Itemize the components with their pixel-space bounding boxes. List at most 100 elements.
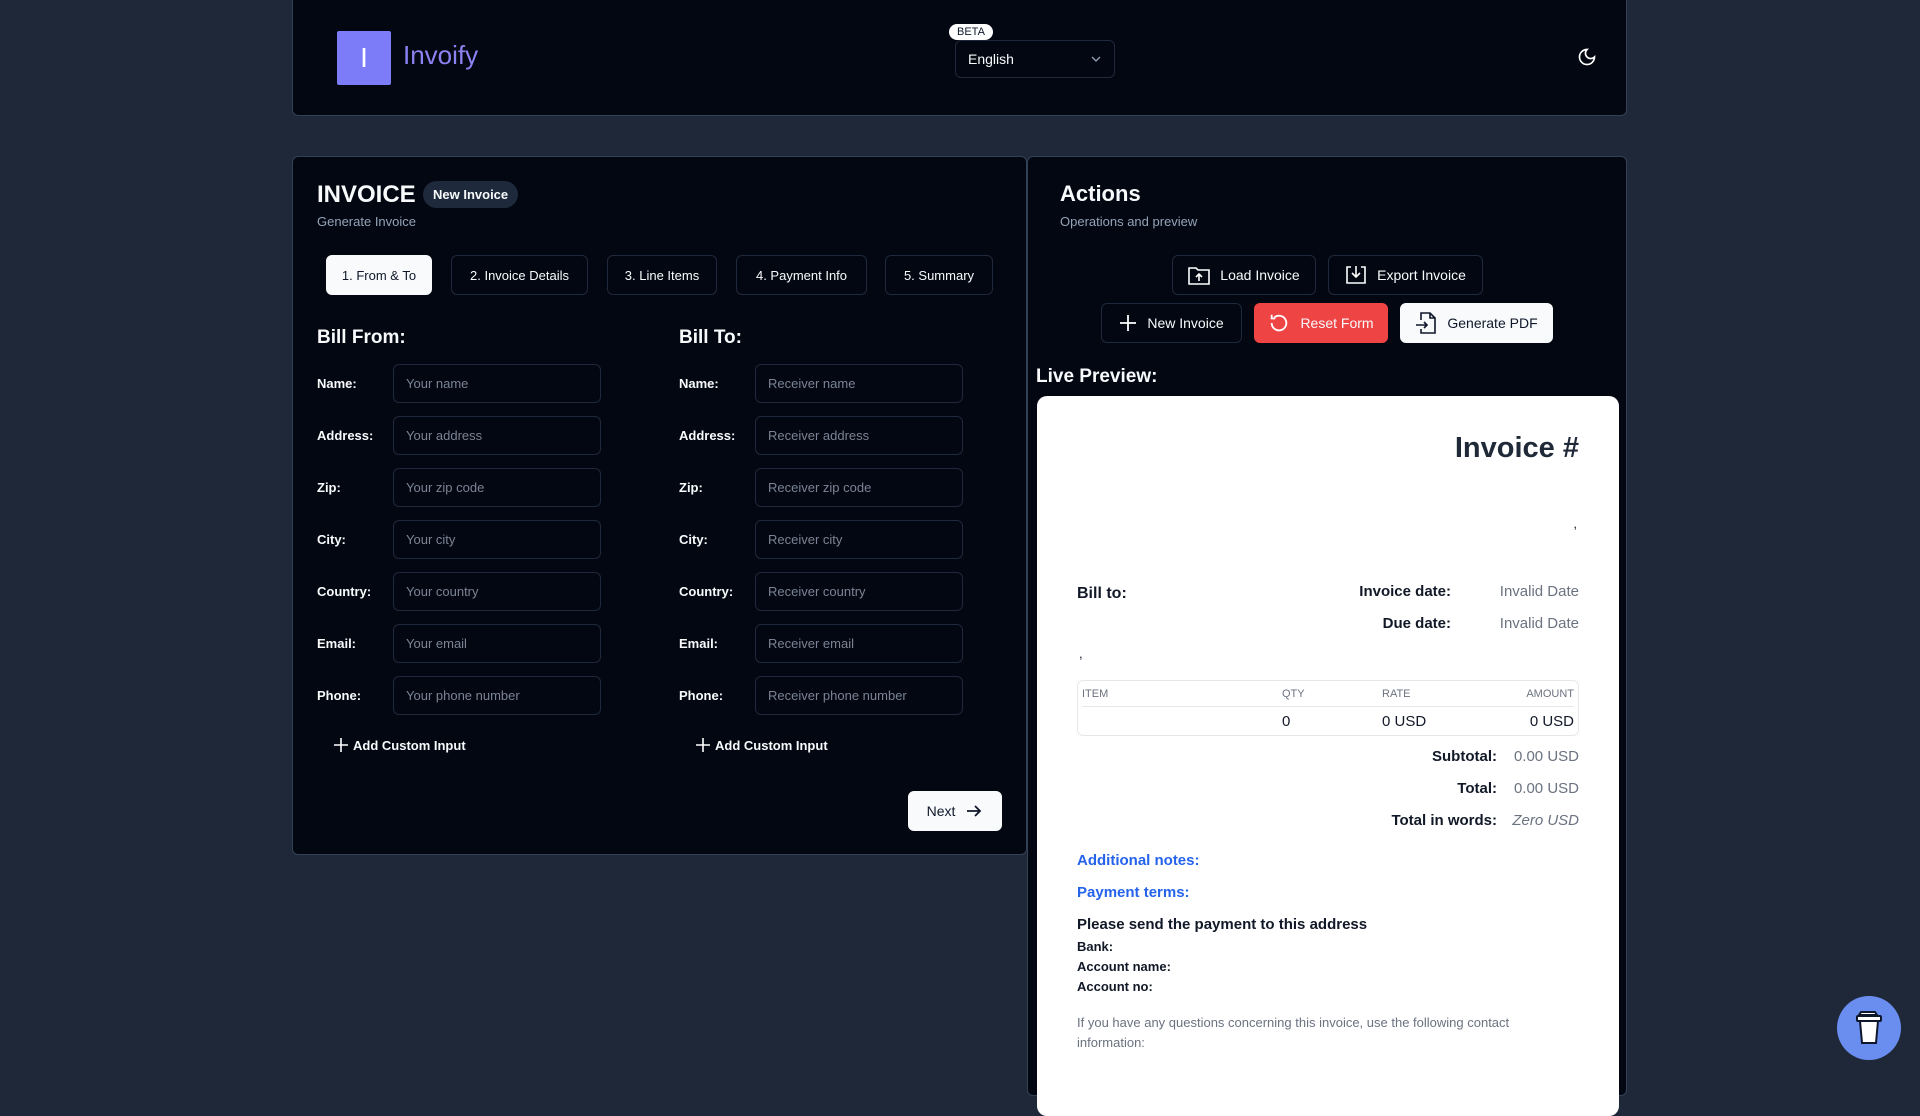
bill-to-country-input[interactable]: Receiver country: [755, 572, 963, 611]
bill-from-phone-placeholder: Your phone number: [406, 688, 520, 703]
form-subtitle: Generate Invoice: [317, 214, 416, 229]
bill-from-address-placeholder: Your address: [406, 428, 482, 443]
bill-to-zip-input[interactable]: Receiver zip code: [755, 468, 963, 507]
bill-from-city-input[interactable]: Your city: [393, 520, 601, 559]
bill-to-heading: Bill To:: [679, 327, 742, 349]
logo-mark: I: [337, 31, 391, 85]
bill-from-zip-label: Zip:: [317, 480, 341, 495]
chevron-down-icon: [1090, 53, 1102, 65]
bill-to-phone-input[interactable]: Receiver phone number: [755, 676, 963, 715]
invoice-date-value: Invalid Date: [1500, 583, 1579, 600]
bill-from-address-input[interactable]: Your address: [393, 416, 601, 455]
bill-from-address-label: Address:: [317, 428, 373, 443]
bill-from-country-input[interactable]: Your country: [393, 572, 601, 611]
cell-qty: 0: [1282, 713, 1382, 730]
new-invoice-button[interactable]: New Invoice: [1101, 303, 1242, 343]
bill-from-city-placeholder: Your city: [406, 532, 455, 547]
col-amount: AMOUNT: [1482, 688, 1574, 700]
reset-form-button[interactable]: Reset Form: [1254, 303, 1388, 343]
load-invoice-button[interactable]: Load Invoice: [1172, 255, 1316, 295]
moon-icon: [1577, 47, 1597, 67]
invoice-form-card: INVOICE New Invoice Generate Invoice 1. …: [292, 156, 1027, 855]
subtotal-label: Subtotal:: [1432, 748, 1497, 765]
app-name: Invoify: [403, 40, 478, 71]
bill-to-email-placeholder: Receiver email: [768, 636, 854, 651]
bill-to-name-placeholder: Receiver name: [768, 376, 855, 391]
actions-title: Actions: [1060, 181, 1141, 207]
subtotal-value: 0.00 USD: [1514, 748, 1579, 765]
bill-to-address-placeholder: Receiver address: [768, 428, 869, 443]
total-in-words-value: Zero USD: [1512, 812, 1579, 829]
tab-step-5[interactable]: 5. Summary: [885, 255, 993, 295]
contact-text: If you have any questions concerning thi…: [1077, 1013, 1557, 1053]
generate-pdf-button[interactable]: Generate PDF: [1400, 303, 1553, 343]
next-label: Next: [927, 803, 956, 819]
add-custom-input-label: Add Custom Input: [715, 738, 828, 753]
bill-to-phone-placeholder: Receiver phone number: [768, 688, 907, 703]
table-row: 0 0 USD 0 USD: [1082, 707, 1574, 735]
beta-badge: BETA: [949, 24, 993, 40]
export-invoice-label: Export Invoice: [1377, 267, 1466, 283]
items-table: ITEM QTY RATE AMOUNT 0 0 USD 0 USD: [1077, 680, 1579, 736]
invoice-preview: Invoice # , Bill to: Invoice date: Inval…: [1037, 396, 1619, 1116]
bill-to-name-input[interactable]: Receiver name: [755, 364, 963, 403]
language-select[interactable]: English: [955, 40, 1115, 78]
bill-to-zip-placeholder: Receiver zip code: [768, 480, 871, 495]
export-invoice-button[interactable]: Export Invoice: [1328, 255, 1483, 295]
tab-label: 5. Summary: [904, 268, 974, 283]
language-value: English: [968, 51, 1014, 67]
cell-amount: 0 USD: [1482, 713, 1574, 730]
form-title: INVOICE: [317, 181, 416, 209]
col-item: ITEM: [1082, 688, 1282, 700]
total-label: Total:: [1457, 780, 1497, 797]
buy-me-coffee-button[interactable]: [1837, 996, 1901, 1060]
theme-toggle[interactable]: [1577, 47, 1597, 67]
bill-from-name-placeholder: Your name: [406, 376, 468, 391]
add-custom-input-label: Add Custom Input: [353, 738, 466, 753]
bill-to-country-placeholder: Receiver country: [768, 584, 866, 599]
download-icon: [1345, 265, 1367, 285]
arrow-right-icon: [965, 802, 983, 820]
bill-to-email-label: Email:: [679, 636, 718, 651]
generate-pdf-label: Generate PDF: [1447, 315, 1537, 331]
tab-step-2[interactable]: 2. Invoice Details: [451, 255, 588, 295]
payment-terms-label: Payment terms:: [1077, 884, 1190, 901]
tab-step-3[interactable]: 3. Line Items: [607, 255, 717, 295]
due-date-value: Invalid Date: [1500, 615, 1579, 632]
bill-from-city-label: City:: [317, 532, 346, 547]
bill-from-heading: Bill From:: [317, 327, 406, 349]
tab-label: 4. Payment Info: [756, 268, 847, 283]
tab-step-1[interactable]: 1. From & To: [326, 255, 432, 295]
next-button[interactable]: Next: [908, 791, 1002, 831]
coffee-cup-icon: [1855, 1010, 1883, 1046]
tab-step-4[interactable]: 4. Payment Info: [736, 255, 867, 295]
bill-to-city-input[interactable]: Receiver city: [755, 520, 963, 559]
actions-card: Actions Operations and preview Load Invo…: [1027, 156, 1627, 1096]
bill-from-name-input[interactable]: Your name: [393, 364, 601, 403]
status-badge: New Invoice: [423, 181, 518, 208]
tab-label: 2. Invoice Details: [470, 268, 569, 283]
receiver-address: ,: [1079, 646, 1083, 661]
add-custom-input-from[interactable]: Add Custom Input: [333, 737, 466, 753]
bill-from-zip-input[interactable]: Your zip code: [393, 468, 601, 507]
live-preview-heading: Live Preview:: [1036, 366, 1157, 388]
bill-to-address-label: Address:: [679, 428, 735, 443]
app-header: I Invoify English BETA: [292, 0, 1627, 116]
bill-to-address-input[interactable]: Receiver address: [755, 416, 963, 455]
tab-label: 3. Line Items: [625, 268, 699, 283]
bill-to-phone-label: Phone:: [679, 688, 723, 703]
new-invoice-label: New Invoice: [1147, 315, 1223, 331]
add-custom-input-to[interactable]: Add Custom Input: [695, 737, 828, 753]
bill-from-phone-input[interactable]: Your phone number: [393, 676, 601, 715]
due-date-label: Due date:: [1383, 615, 1451, 632]
bill-to-label: Bill to:: [1077, 585, 1127, 603]
bill-from-email-placeholder: Your email: [406, 636, 467, 651]
bill-to-country-label: Country:: [679, 584, 733, 599]
bill-from-email-input[interactable]: Your email: [393, 624, 601, 663]
preview-title: Invoice #: [1455, 432, 1579, 465]
total-value: 0.00 USD: [1514, 780, 1579, 797]
sender-address: ,: [1573, 516, 1577, 531]
plus-icon: [695, 737, 711, 753]
bill-to-zip-label: Zip:: [679, 480, 703, 495]
bill-to-email-input[interactable]: Receiver email: [755, 624, 963, 663]
